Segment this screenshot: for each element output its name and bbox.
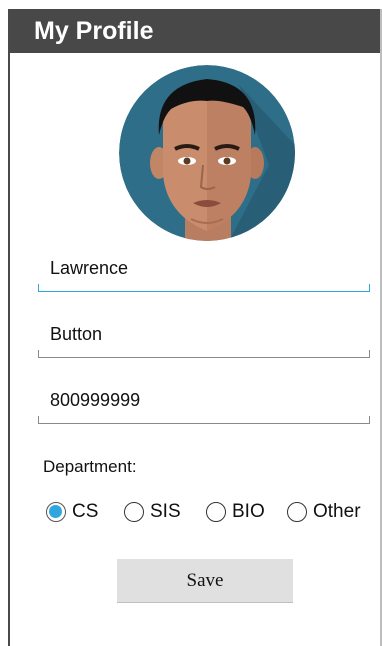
radio-other-label: Other: [313, 501, 361, 522]
radio-sis-indicator[interactable]: [124, 502, 144, 522]
avatar: [119, 65, 295, 241]
radio-bio[interactable]: BIO: [206, 497, 265, 527]
radio-cs-indicator[interactable]: [46, 502, 66, 522]
page-title: My Profile: [34, 17, 154, 45]
first-name-value: Lawrence: [50, 258, 129, 278]
profile-screen: My Profile Lawrence Button 800999999 Dep…: [8, 9, 382, 646]
phone-field[interactable]: 800999999: [38, 384, 370, 424]
radio-sis-label: SIS: [150, 501, 181, 522]
title-bar: My Profile: [10, 9, 380, 53]
phone-underline: [38, 416, 370, 424]
first-name-field[interactable]: Lawrence: [38, 252, 370, 292]
phone-value: 800999999: [50, 390, 141, 410]
radio-other[interactable]: Other: [287, 497, 361, 527]
radio-bio-label: BIO: [232, 501, 265, 522]
radio-bio-indicator[interactable]: [206, 502, 226, 522]
save-button[interactable]: Save: [117, 559, 293, 603]
last-name-value: Button: [50, 324, 103, 344]
first-name-underline: [38, 284, 370, 292]
radio-cs[interactable]: CS: [46, 497, 98, 527]
radio-cs-label: CS: [72, 501, 99, 522]
radio-other-indicator[interactable]: [287, 502, 307, 522]
last-name-field[interactable]: Button: [38, 318, 370, 358]
radio-sis[interactable]: SIS: [124, 497, 181, 527]
department-label: Department:: [43, 457, 137, 476]
last-name-underline: [38, 350, 370, 358]
